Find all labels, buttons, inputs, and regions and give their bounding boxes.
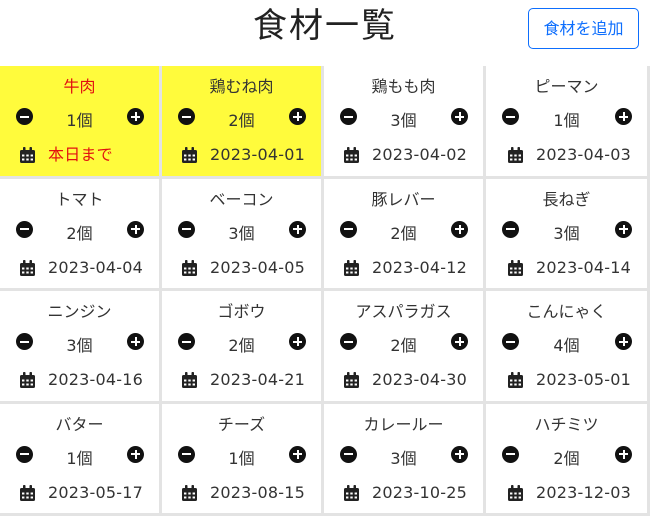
ingredient-name: ニンジン — [47, 302, 112, 321]
expiry-row: 本日まで — [20, 143, 155, 167]
add-ingredient-button[interactable]: 食材を追加 — [528, 8, 639, 49]
ingredient-card[interactable]: 牛肉 1個 本日まで — [0, 66, 162, 179]
expiry-row: 2023-04-03 — [508, 143, 643, 167]
increment-button[interactable] — [127, 220, 144, 238]
calendar-icon — [508, 484, 523, 501]
calendar-icon — [344, 484, 359, 501]
increment-button[interactable] — [451, 333, 468, 350]
increment-button[interactable] — [615, 220, 632, 238]
ingredient-card[interactable]: ピーマン 1個 2023-04-03 — [486, 66, 650, 179]
expiry-date: 2023-12-03 — [536, 482, 631, 502]
ingredient-card[interactable]: こんにゃく 4個 2023-05-01 — [486, 291, 650, 404]
calendar-icon — [182, 484, 197, 501]
expiry-date: 2023-04-16 — [48, 370, 143, 389]
ingredient-name: 豚レバー — [371, 189, 436, 209]
ingredient-name: ピーマン — [534, 77, 599, 96]
calendar-icon — [20, 259, 35, 276]
increment-button[interactable] — [615, 333, 632, 350]
ingredient-name: 鶏もも肉 — [371, 77, 436, 96]
expiry-row: 2023-04-12 — [344, 256, 479, 280]
expiry-row: 2023-04-16 — [20, 368, 155, 392]
calendar-icon — [20, 147, 35, 163]
ingredient-card[interactable]: バター 1個 2023-05-17 — [0, 403, 162, 516]
expiry-date: 2023-04-03 — [536, 145, 631, 164]
ingredient-card[interactable]: 鶏もも肉 3個 2023-04-02 — [324, 66, 486, 179]
expiry-date: 2023-04-30 — [372, 370, 467, 389]
increment-button[interactable] — [127, 108, 144, 125]
increment-button[interactable] — [451, 445, 468, 463]
calendar-icon — [344, 372, 359, 388]
calendar-icon — [182, 259, 197, 276]
expiry-date: 2023-04-05 — [210, 257, 305, 277]
ingredient-card[interactable]: ハチミツ 2個 2023-12-03 — [486, 403, 650, 516]
ingredient-name: ハチミツ — [534, 414, 599, 434]
calendar-icon — [508, 147, 523, 163]
expiry-row: 2023-10-25 — [344, 481, 479, 505]
expiry-row: 2023-12-03 — [508, 481, 643, 505]
expiry-date: 2023-04-14 — [536, 257, 631, 277]
expiry-date: 2023-08-15 — [210, 482, 305, 502]
calendar-icon — [508, 372, 523, 388]
expiry-row: 2023-04-04 — [20, 256, 155, 280]
expiry-row: 2023-08-15 — [182, 481, 317, 505]
ingredient-name: チーズ — [217, 414, 266, 434]
ingredient-card[interactable]: 長ねぎ 3個 2023-04-14 — [486, 178, 650, 291]
header: 食材一覧 食材を追加 — [0, 0, 650, 60]
expiry-date: 2023-05-17 — [48, 482, 143, 502]
expiry-row: 2023-04-02 — [344, 143, 479, 167]
ingredient-card[interactable]: アスパラガス 2個 2023-04-30 — [324, 291, 486, 404]
calendar-icon — [508, 259, 523, 276]
ingredient-card[interactable]: カレールー 3個 2023-10-25 — [324, 403, 486, 516]
increment-button[interactable] — [615, 445, 632, 463]
expiry-row: 2023-04-05 — [182, 256, 317, 280]
calendar-icon — [182, 147, 197, 163]
ingredient-name: バター — [55, 414, 104, 434]
ingredient-card[interactable]: ベーコン 3個 2023-04-05 — [162, 178, 324, 291]
expiry-date: 2023-04-21 — [210, 370, 305, 389]
ingredient-name: 牛肉 — [63, 77, 96, 96]
ingredient-card[interactable]: ゴボウ 2個 2023-04-21 — [162, 291, 324, 404]
ingredient-name: 長ねぎ — [542, 189, 591, 209]
ingredient-card[interactable]: トマト 2個 2023-04-04 — [0, 178, 162, 291]
expiry-row: 2023-04-30 — [344, 368, 479, 392]
increment-button[interactable] — [289, 333, 306, 350]
ingredient-name: アスパラガス — [355, 302, 452, 321]
calendar-icon — [344, 259, 359, 276]
increment-button[interactable] — [451, 108, 468, 125]
ingredient-grid: 牛肉 1個 本日まで 鶏むね肉 2個 2023-04-01 鶏もも肉 3個 2023-04-02… — [0, 66, 650, 516]
expiry-date: 2023-04-04 — [48, 257, 143, 277]
calendar-icon — [20, 372, 35, 388]
increment-button[interactable] — [289, 445, 306, 463]
calendar-icon — [344, 147, 359, 163]
calendar-icon — [20, 484, 35, 501]
expiry-date: 2023-04-01 — [210, 145, 305, 164]
expiry-date: 本日まで — [48, 145, 113, 164]
increment-button[interactable] — [127, 333, 144, 350]
calendar-icon — [182, 372, 197, 388]
increment-button[interactable] — [615, 108, 632, 125]
increment-button[interactable] — [127, 445, 144, 463]
ingredient-name: こんにゃく — [526, 302, 607, 321]
ingredient-name: 鶏むね肉 — [209, 77, 274, 96]
increment-button[interactable] — [289, 220, 306, 238]
expiry-date: 2023-05-01 — [536, 370, 631, 389]
ingredient-name: トマト — [55, 189, 104, 209]
expiry-row: 2023-04-14 — [508, 256, 643, 280]
increment-button[interactable] — [289, 108, 306, 125]
expiry-row: 2023-05-17 — [20, 481, 155, 505]
increment-button[interactable] — [451, 220, 468, 238]
ingredient-name: ゴボウ — [217, 302, 266, 321]
expiry-date: 2023-04-02 — [372, 145, 467, 164]
expiry-row: 2023-04-01 — [182, 143, 317, 167]
ingredient-name: ベーコン — [209, 189, 274, 209]
expiry-date: 2023-04-12 — [372, 257, 467, 277]
expiry-row: 2023-05-01 — [508, 368, 643, 392]
expiry-row: 2023-04-21 — [182, 368, 317, 392]
ingredient-card[interactable]: 豚レバー 2個 2023-04-12 — [324, 178, 486, 291]
ingredient-name: カレールー — [363, 414, 444, 434]
ingredient-card[interactable]: 鶏むね肉 2個 2023-04-01 — [162, 66, 324, 179]
ingredient-card[interactable]: ニンジン 3個 2023-04-16 — [0, 291, 162, 404]
expiry-date: 2023-10-25 — [372, 482, 467, 502]
ingredient-card[interactable]: チーズ 1個 2023-08-15 — [162, 403, 324, 516]
